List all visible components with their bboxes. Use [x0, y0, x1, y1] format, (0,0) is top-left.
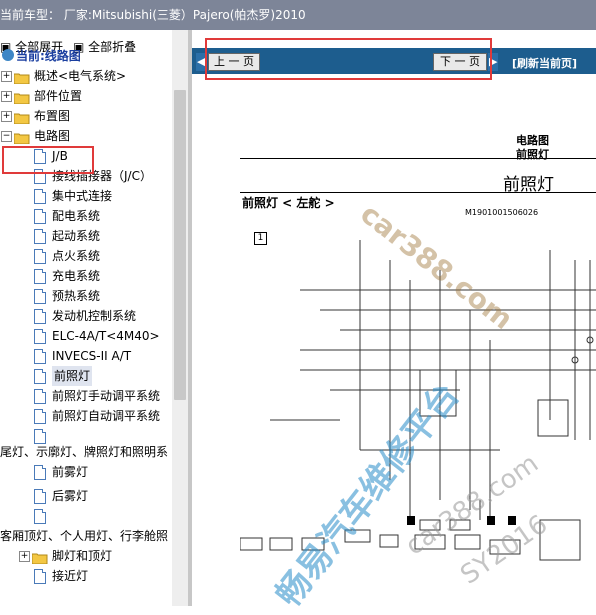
expand-icon[interactable]: + [1, 111, 12, 122]
folder-icon [13, 70, 30, 85]
folder-open-icon [13, 130, 30, 145]
sidebar-scrollbar-thumb[interactable] [174, 90, 186, 400]
document-icon [34, 349, 46, 364]
globe-icon [2, 49, 14, 61]
tree-item-label: 配电系统 [52, 209, 101, 223]
tree-item-child[interactable]: 前照灯 [0, 366, 172, 386]
window-title: 当前车型： 厂家:Mitsubishi(三菱）Pajero(帕杰罗)2010 [0, 8, 306, 22]
tree-item-label: 尾灯、示廓灯、牌照灯和照明系 [0, 445, 169, 459]
document-icon [34, 369, 46, 384]
tree-item-top[interactable]: + 概述<电气系统> [0, 66, 172, 86]
document-icon [34, 569, 46, 584]
tree-item-child[interactable]: ELC-4A/T<4M40> [0, 326, 172, 346]
document-icon [34, 189, 46, 204]
tree-item-label: 前雾灯 [52, 465, 89, 479]
title-rule [240, 192, 596, 193]
tree-item-label: 充电系统 [52, 269, 101, 283]
tree-item-top[interactable]: + 部件位置 [0, 86, 172, 106]
tree-item-top[interactable]: − 电路图 [0, 126, 172, 146]
document-icon [34, 509, 46, 524]
document-icon [34, 249, 46, 264]
tree-item-label: 前照灯自动调平系统 [52, 409, 161, 423]
tree-item-label: 起动系统 [52, 229, 101, 243]
document-icon [34, 465, 46, 480]
tree-item-label: 前照灯 [52, 366, 93, 386]
expand-icon[interactable]: + [19, 551, 30, 562]
tree-item-child[interactable]: 发动机控制系统 [0, 306, 172, 326]
tree-item-child[interactable]: 前照灯手动调平系统 [0, 386, 172, 406]
tree-item-label: INVECS-II A/T [52, 349, 132, 363]
tree-item-label: 接近灯 [52, 569, 89, 583]
doc-subtitle: 前照灯 < 左舵 > [242, 196, 335, 210]
window-title-bar: 当前车型： 厂家:Mitsubishi(三菱）Pajero(帕杰罗)2010 [0, 0, 596, 30]
document-icon [34, 229, 46, 244]
folder-icon [31, 550, 48, 565]
tree-item-label: 脚灯和顶灯 [52, 549, 113, 563]
tree-item-child[interactable]: 充电系统 [0, 266, 172, 286]
document-icon [34, 329, 46, 344]
tree-item-label: 概述<电气系统> [34, 69, 127, 83]
tree-item-label: 发动机控制系统 [52, 309, 137, 323]
tree-item-child[interactable]: 后雾灯 [0, 486, 172, 506]
tree-item-label: 部件位置 [34, 89, 83, 103]
expand-icon[interactable]: + [1, 91, 12, 102]
document-icon [34, 389, 46, 404]
tree-item-child[interactable]: 起动系统 [0, 226, 172, 246]
tree-item-child[interactable]: 前照灯自动调平系统 [0, 406, 172, 426]
tree-item-label: 点火系统 [52, 249, 101, 263]
document-icon [34, 309, 46, 324]
tree-item-label: 集中式连接 [52, 189, 113, 203]
document-icon [34, 269, 46, 284]
document-icon [34, 409, 46, 424]
refresh-page-link[interactable]: [刷新当前页] [512, 55, 577, 71]
tree-item-child[interactable]: INVECS-II A/T [0, 346, 172, 366]
tree-item-label: ELC-4A/T<4M40> [52, 329, 160, 343]
tree-item-child[interactable]: 前雾灯 [0, 462, 172, 482]
tree-item-label: 电路图 [34, 129, 71, 143]
tree-item-label: 前照灯手动调平系统 [52, 389, 161, 403]
document-icon [34, 289, 46, 304]
nav-highlight-box [205, 38, 492, 80]
document-icon [34, 489, 46, 504]
tree-section-label[interactable]: 客厢顶灯、个人用灯、行李舱照 [0, 526, 172, 546]
tree-root-label: 当前:线路图 [16, 49, 81, 63]
document-icon [34, 209, 46, 224]
tree-item-label: 客厢顶灯、个人用灯、行李舱照 [0, 529, 169, 543]
tree-item-child[interactable] [0, 506, 172, 526]
tree-highlight-box [2, 146, 94, 174]
tree-item-label: 布置图 [34, 109, 71, 123]
collapse-icon[interactable]: − [1, 131, 12, 142]
doc-header-line2: 前照灯 [516, 148, 549, 161]
folder-icon [13, 110, 30, 125]
tree-item-top[interactable]: + 布置图 [0, 106, 172, 126]
tree-section-label[interactable]: 尾灯、示廓灯、牌照灯和照明系 [0, 442, 172, 462]
tree-item-child[interactable]: 点火系统 [0, 246, 172, 266]
tree-item-child[interactable]: 配电系统 [0, 206, 172, 226]
tree-item-label: 预热系统 [52, 289, 101, 303]
header-rule [240, 158, 596, 159]
doc-code: M1901001506026 [465, 208, 539, 217]
tree-item-child[interactable]: 预热系统 [0, 286, 172, 306]
tree-root[interactable]: 当前:线路图 [0, 46, 172, 66]
tree-item-child[interactable]: 接近灯 [0, 566, 172, 586]
expand-icon[interactable]: + [1, 71, 12, 82]
tree-item-child[interactable]: 集中式连接 [0, 186, 172, 206]
tree-item-folder[interactable]: + 脚灯和顶灯 [0, 546, 172, 566]
tree-item-label: 后雾灯 [52, 489, 89, 503]
folder-icon [13, 90, 30, 105]
